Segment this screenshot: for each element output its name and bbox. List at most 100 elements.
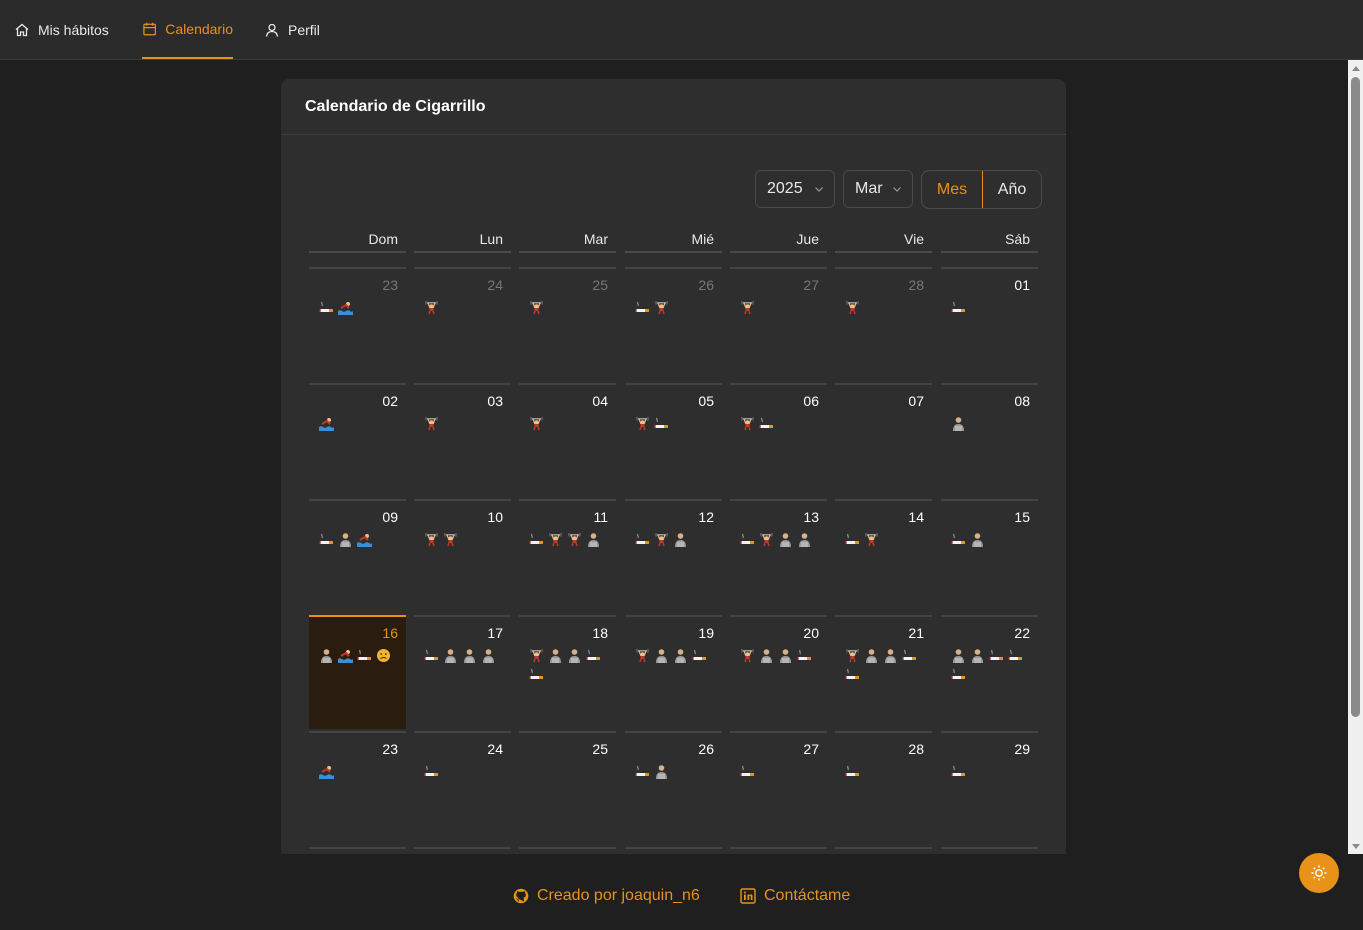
- day-cell[interactable]: 03: [414, 383, 511, 497]
- sun-icon: [1311, 865, 1327, 881]
- day-cell[interactable]: 24: [414, 267, 511, 381]
- day-cell[interactable]: 21: [835, 615, 932, 729]
- day-cell[interactable]: 09: [309, 499, 406, 613]
- person-emoji-icon: [780, 533, 791, 547]
- day-cell[interactable]: 11: [519, 499, 616, 613]
- day-cell[interactable]: 17: [414, 615, 511, 729]
- day-number: 03: [487, 393, 503, 409]
- day-cell[interactable]: 29: [941, 731, 1038, 845]
- lift-emoji-icon: [568, 533, 581, 547]
- day-cell[interactable]: 27: [730, 731, 827, 845]
- scrollbar-thumb[interactable]: [1351, 77, 1360, 717]
- day-number: 13: [803, 509, 819, 525]
- scroll-down-arrow-icon[interactable]: [1348, 839, 1363, 854]
- scroll-up-arrow-icon[interactable]: [1348, 60, 1363, 75]
- view-mes-button[interactable]: Mes: [922, 171, 983, 208]
- day-cell[interactable]: 16: [309, 615, 406, 729]
- page-scrollbar[interactable]: [1348, 60, 1363, 854]
- day-cell[interactable]: 07: [835, 383, 932, 497]
- day-cell[interactable]: 23: [309, 731, 406, 845]
- lift-emoji-icon: [549, 533, 562, 547]
- lift-emoji-icon: [741, 417, 754, 431]
- nav-calendario[interactable]: Calendario: [142, 0, 233, 59]
- day-cell[interactable]: 20: [730, 615, 827, 729]
- contact-link[interactable]: Contáctame: [740, 887, 850, 905]
- home-icon: [15, 23, 29, 36]
- day-cell[interactable]: 31: [414, 847, 511, 854]
- lift-emoji-icon: [865, 533, 878, 547]
- day-number: 27: [803, 741, 819, 757]
- lift-emoji-icon: [530, 301, 543, 315]
- day-cell[interactable]: 27: [730, 267, 827, 381]
- nav-perfil[interactable]: Perfil: [264, 0, 320, 59]
- day-cell[interactable]: 05: [941, 847, 1038, 854]
- habit-icons: [529, 416, 609, 431]
- chevron-down-icon: [893, 187, 901, 192]
- cigarette-emoji-icon: [989, 649, 1003, 660]
- day-cell[interactable]: 19: [625, 615, 722, 729]
- cigarette-emoji-icon: [654, 417, 668, 428]
- month-select[interactable]: Mar: [843, 170, 913, 208]
- day-number: 04: [592, 393, 608, 409]
- cigarette-emoji-icon: [635, 301, 649, 312]
- day-number: 22: [1014, 625, 1030, 641]
- day-cell[interactable]: 25: [519, 267, 616, 381]
- day-cell[interactable]: 23: [309, 267, 406, 381]
- weekday-header: Vie: [835, 227, 932, 253]
- habit-icons: [319, 648, 399, 663]
- day-cell[interactable]: 28: [835, 267, 932, 381]
- day-cell[interactable]: 22: [941, 615, 1038, 729]
- cigarette-emoji-icon: [740, 533, 754, 544]
- contact-link-label: Contáctame: [764, 887, 851, 904]
- day-cell[interactable]: 02: [625, 847, 722, 854]
- day-cell[interactable]: 04: [519, 383, 616, 497]
- theme-toggle-button[interactable]: [1299, 853, 1339, 893]
- nav-mis-habitos-label: Mis hábitos: [38, 21, 109, 38]
- nav-mis-habitos[interactable]: Mis hábitos: [14, 0, 109, 59]
- day-number: 18: [592, 625, 608, 641]
- cigarette-emoji-icon: [586, 649, 600, 660]
- cigarette-emoji-icon: [635, 533, 649, 544]
- day-cell[interactable]: 28: [835, 731, 932, 845]
- day-cell[interactable]: 01: [519, 847, 616, 854]
- day-number: 17: [487, 625, 503, 641]
- day-number: 24: [487, 741, 503, 757]
- day-cell[interactable]: 26: [625, 731, 722, 845]
- day-cell[interactable]: 04: [835, 847, 932, 854]
- day-cell[interactable]: 15: [941, 499, 1038, 613]
- habit-icons: [319, 416, 399, 431]
- habit-icons: [424, 648, 504, 663]
- person-emoji-icon: [464, 649, 475, 663]
- day-cell[interactable]: 14: [835, 499, 932, 613]
- day-cell[interactable]: 24: [414, 731, 511, 845]
- day-cell[interactable]: 01: [941, 267, 1038, 381]
- lift-emoji-icon: [741, 301, 754, 315]
- day-cell[interactable]: 08: [941, 383, 1038, 497]
- day-cell[interactable]: 13: [730, 499, 827, 613]
- day-cell[interactable]: 03: [730, 847, 827, 854]
- cigarette-emoji-icon: [951, 301, 965, 312]
- day-cell[interactable]: 18: [519, 615, 616, 729]
- cigarette-emoji-icon: [845, 533, 859, 544]
- view-ano-button[interactable]: Año: [983, 171, 1041, 208]
- lift-emoji-icon: [425, 301, 438, 315]
- person-emoji-icon: [972, 533, 983, 547]
- day-cell[interactable]: 05: [625, 383, 722, 497]
- day-cell[interactable]: 26: [625, 267, 722, 381]
- person-emoji-icon: [588, 533, 599, 547]
- year-select[interactable]: 2025: [755, 170, 835, 208]
- day-cell[interactable]: 12: [625, 499, 722, 613]
- cigarette-emoji-icon: [1008, 649, 1022, 660]
- github-link[interactable]: Creado por joaquin_n6: [513, 887, 700, 905]
- cigarette-emoji-icon: [529, 533, 543, 544]
- cigarette-emoji-icon: [845, 765, 859, 776]
- day-cell[interactable]: 02: [309, 383, 406, 497]
- day-cell[interactable]: 25: [519, 731, 616, 845]
- day-cell[interactable]: 30: [309, 847, 406, 854]
- habit-icons: [635, 648, 715, 663]
- habit-icons: [319, 532, 399, 547]
- swim-emoji-icon: [319, 418, 334, 431]
- day-cell[interactable]: 06: [730, 383, 827, 497]
- day-cell[interactable]: 10: [414, 499, 511, 613]
- habit-icons: [424, 300, 504, 315]
